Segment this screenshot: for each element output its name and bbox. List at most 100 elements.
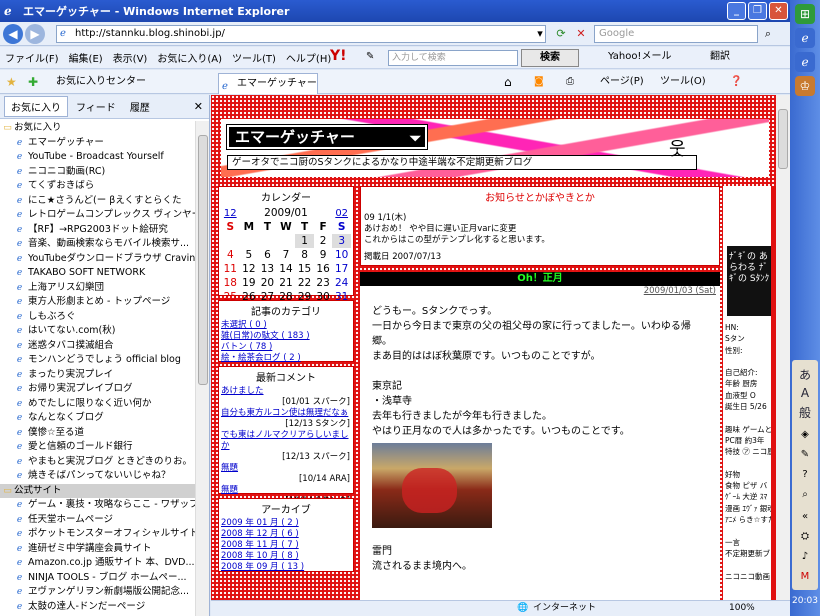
page-menu[interactable]: ページ(P) — [600, 74, 644, 90]
home-icon[interactable]: ⌂ — [504, 74, 512, 90]
address-input[interactable]: ℯ http://stannku.blog.shinobi.jp/ — [56, 25, 546, 43]
tab-feeds[interactable]: フィード — [70, 97, 122, 116]
yahoo-logo-icon[interactable]: Y! — [330, 48, 347, 64]
favorite-link[interactable]: ℯ レトロゲームコンプレックス ヴィンヤード... — [0, 208, 196, 223]
comment-link[interactable]: でも東はノルマクリアらしいましか — [219, 430, 353, 452]
favorite-link[interactable]: ℯ お帰り実況プレイブログ — [0, 382, 196, 397]
favorite-link[interactable]: ℯ YouTube - Broadcast Yourself — [0, 150, 196, 165]
favorite-link[interactable]: ℯ 音楽、動画検索ならモバイル検索サ... — [0, 237, 196, 252]
favorite-link[interactable]: ℯ まったり実況プレイ — [0, 368, 196, 383]
feed-icon[interactable]: ◙ — [534, 74, 544, 90]
favorite-link[interactable]: ℯ はいてない.com(秋) — [0, 324, 196, 339]
search-input[interactable]: Google — [594, 25, 758, 43]
menu-file[interactable]: ファイル(F) — [0, 50, 64, 65]
restore-button[interactable]: ❐ — [748, 2, 767, 20]
menu-help[interactable]: ヘルプ(H) — [281, 50, 336, 65]
favorite-link[interactable]: ℯ ニコニコ動画(RC) — [0, 165, 196, 180]
tray-search-icon[interactable]: ⌕ — [797, 488, 813, 502]
sensoji-photo[interactable] — [372, 443, 492, 528]
archive-link[interactable]: 2008 年 10 月 ( 8 ) — [219, 551, 353, 562]
close-button[interactable]: ✕ — [769, 2, 788, 20]
favorite-link[interactable]: ℯ 太鼓の達人-ドンだーページ — [0, 600, 196, 615]
archive-link[interactable]: 2008 年 09 月 ( 13 ) — [219, 562, 353, 573]
favorite-link[interactable]: ℯ TAKABO SOFT NETWORK — [0, 266, 196, 281]
favorite-link[interactable]: ℯ ヱヴァンゲリヲン新劇場版公開記念... — [0, 585, 196, 600]
forward-button[interactable]: ▶ — [25, 23, 45, 44]
favorites-folder[interactable]: ▭ お気に入り — [0, 121, 196, 136]
tools-menu[interactable]: ツール(O) — [660, 74, 706, 90]
favorite-link[interactable]: ℯ なんとなくブログ — [0, 411, 196, 426]
favorite-link[interactable]: ℯ 【RF】→RPG2003ドット絵研究 — [0, 223, 196, 238]
panel-close-icon[interactable]: ✕ — [194, 100, 203, 113]
favorite-link[interactable]: ℯ やまもと実況ブログ ときどきのりお。 — [0, 455, 196, 470]
panel-scrollbar[interactable] — [195, 121, 209, 616]
favorite-link[interactable]: ℯ 僕惨☆至る道 — [0, 426, 196, 441]
favorite-link[interactable]: ℯ Amazon.co.jp 通販サイト 本、DVD... — [0, 556, 196, 571]
pencil-icon[interactable]: ✎ — [366, 49, 374, 65]
favorite-link[interactable]: ℯ ポケットモンスターオフィシャルサイト — [0, 527, 196, 542]
address-dropdown-icon[interactable]: ▾ — [532, 26, 548, 42]
favorite-link[interactable]: ℯ NINJA TOOLS - ブログ ホームペー... — [0, 571, 196, 586]
favorite-link[interactable]: ℯ 東方人形劇まとめ - トップページ — [0, 295, 196, 310]
comment-link[interactable]: 自分も東方ルコン使は無理だなぁ — [219, 408, 353, 419]
tray-volume-icon[interactable]: ♪ — [797, 550, 813, 564]
menu-view[interactable]: 表示(V) — [108, 50, 153, 65]
tray-network-icon[interactable]: ⛭ — [797, 530, 813, 544]
archive-link[interactable]: 2008 年 12 月 ( 6 ) — [219, 529, 353, 540]
tab-emergetcha[interactable]: ℯ エマーゲッチャー — [218, 73, 318, 94]
calendar-next[interactable]: 02 — [332, 208, 351, 219]
tray-icon-1[interactable]: ◈ — [797, 428, 813, 442]
favorite-link[interactable]: ℯ にこ★さうんど(ー βえくすとらくた — [0, 194, 196, 209]
favorites-center-label[interactable]: お気に入りセンター — [56, 74, 146, 90]
ime-general-icon[interactable]: 般 — [798, 404, 812, 421]
refresh-icon[interactable]: ⟳ — [553, 26, 569, 42]
favorite-link[interactable]: ℯ 上海アリス幻樂団 — [0, 281, 196, 296]
menu-edit[interactable]: 編集(E) — [64, 50, 108, 65]
favorite-link[interactable]: ℯ エマーゲッチャー — [0, 136, 196, 151]
add-favorite-icon[interactable]: ✚ — [28, 74, 38, 90]
favorites-folder[interactable]: ▭ 公式サイト — [0, 483, 196, 498]
category-link[interactable]: バトン ( 78 ) — [219, 342, 353, 353]
post-title[interactable]: Oh！正月 — [360, 272, 720, 286]
stop-icon[interactable]: ✕ — [573, 26, 589, 42]
help-icon[interactable]: ❓ — [730, 74, 742, 90]
favorite-link[interactable]: ℯ モンハンどうでしょう official blog — [0, 353, 196, 368]
tray-app-icon[interactable]: M — [797, 570, 813, 584]
tray-icon-2[interactable]: ✎ — [797, 448, 813, 462]
translate-link[interactable]: 翻訳 — [710, 49, 730, 65]
category-link[interactable]: 絵・絵茶会ログ ( 2 ) — [219, 353, 353, 364]
comment-link[interactable]: 無題 — [219, 463, 353, 474]
tray-arrow-icon[interactable]: « — [797, 510, 813, 524]
content-scrollbar[interactable] — [776, 95, 790, 600]
post-date[interactable]: 2009/01/03 (Sat) — [360, 286, 720, 296]
favorite-link[interactable]: ℯ めでたしに限りなく近い何か — [0, 397, 196, 412]
archive-link[interactable]: 2008 年 11 月 ( 7 ) — [219, 540, 353, 551]
minimize-button[interactable]: _ — [727, 2, 746, 20]
menu-tools[interactable]: ツール(T) — [227, 50, 281, 65]
tray-help-icon[interactable]: ? — [797, 468, 813, 482]
favorite-link[interactable]: ℯ 迷惑タバコ撲滅組合 — [0, 339, 196, 354]
zoom-level[interactable]: 100% — [729, 601, 755, 616]
app-task-icon[interactable]: ♔ — [795, 76, 815, 96]
favorite-link[interactable]: ℯ 任天堂ホームページ — [0, 513, 196, 528]
favorite-link[interactable]: ℯ ゲーム・裏技・攻略ならここ - ワザップ! — [0, 498, 196, 513]
clock[interactable]: 20:03 — [790, 596, 820, 606]
tab-favorites[interactable]: お気に入り — [4, 96, 68, 117]
tab-history[interactable]: 履歴 — [124, 97, 156, 116]
category-link[interactable]: 雑(日常)の駄文 ( 183 ) — [219, 331, 353, 342]
favorites-star-icon[interactable]: ★ — [6, 74, 17, 90]
back-button[interactable]: ◀ — [3, 23, 23, 44]
favorite-link[interactable]: ℯ 進研ゼミ中学講座会員サイト — [0, 542, 196, 557]
favorite-link[interactable]: ℯ YouTubeダウンロードブラウザ Cravin... — [0, 252, 196, 267]
ie-task-icon-2[interactable]: ℯ — [795, 52, 815, 72]
ime-mode-icon[interactable]: A — [798, 386, 812, 400]
yahoo-search-input[interactable]: 入力して検索 — [388, 50, 518, 66]
archive-link[interactable]: 2009 年 01 月 ( 2 ) — [219, 518, 353, 529]
comment-link[interactable]: 無題 — [219, 485, 353, 496]
start-icon[interactable]: ⊞ — [795, 4, 815, 24]
favorite-link[interactable]: ℯ 愛と信頼のゴールド銀行 — [0, 440, 196, 455]
yahoo-mail-link[interactable]: Yahoo!メール — [608, 49, 671, 65]
favorite-link[interactable]: ℯ しもぶろぐ — [0, 310, 196, 325]
profile-image[interactable]: ﾅﾞｷﾞの あらわる ﾅﾞｷﾞの Sﾀﾝｸ — [727, 246, 776, 316]
yahoo-search-button[interactable]: 検索 — [521, 49, 579, 67]
